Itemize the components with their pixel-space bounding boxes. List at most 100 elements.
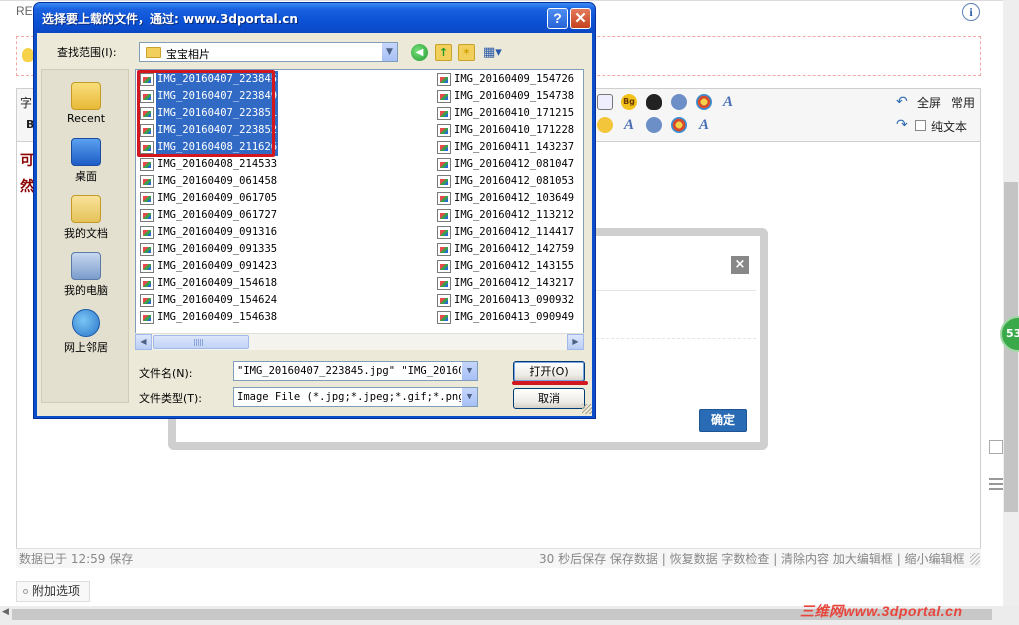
modal-divider xyxy=(596,338,756,339)
extra-options-label: 附加选项 xyxy=(32,584,81,598)
image-file-icon xyxy=(437,90,451,103)
image-file-icon xyxy=(437,124,451,137)
image-file-icon xyxy=(437,294,451,307)
page-top-border xyxy=(0,0,1019,1)
font-style-icon[interactable]: A xyxy=(720,94,736,110)
close-icon[interactable]: ✕ xyxy=(570,8,591,29)
modal-divider xyxy=(596,290,756,291)
modal-close-icon[interactable]: × xyxy=(731,256,749,274)
common-tab[interactable]: 常用 xyxy=(951,94,975,111)
scroll-thumb[interactable] xyxy=(153,335,249,349)
side-tool-icon[interactable] xyxy=(989,440,1003,454)
qq-icon[interactable] xyxy=(646,94,662,110)
image-file-icon xyxy=(437,226,451,239)
file-name: IMG_20160412_143155 xyxy=(454,260,575,272)
font-size-icon[interactable]: A xyxy=(621,117,637,133)
image-file-icon xyxy=(437,243,451,256)
editor-status-links[interactable]: 30 秒后保存 保存数据 | 恢复数据 字数检查 | 清除内容 加大编辑框 | … xyxy=(539,550,965,567)
file-name: IMG_20160412_114417 xyxy=(454,226,575,238)
undo-icon[interactable]: ↶ xyxy=(896,94,908,110)
scroll-left-icon[interactable]: ◀ xyxy=(135,334,152,350)
autosave-status: 数据已于 12:59 保存 xyxy=(19,552,134,566)
scroll-right-icon[interactable]: ▶ xyxy=(567,334,584,350)
image-file-icon xyxy=(437,311,451,324)
dialog-resize-grip-icon[interactable] xyxy=(582,404,592,414)
filename-label: 文件名(N): xyxy=(139,367,193,380)
modal-ok-button[interactable]: 确定 xyxy=(699,409,747,432)
image-file-icon xyxy=(140,294,154,307)
filetype-select[interactable]: Image File (*.jpg;*.jpeg;*.gif;*.png) ▼ xyxy=(233,387,478,407)
list-icon[interactable] xyxy=(989,478,1003,492)
file-name: IMG_20160413_090932 xyxy=(454,294,575,306)
image-file-icon xyxy=(437,158,451,171)
open-button[interactable]: 打开(O) xyxy=(513,361,585,382)
image-tool-icon[interactable] xyxy=(597,94,613,110)
my-computer-icon xyxy=(71,252,101,280)
fullscreen-button[interactable]: 全屏 xyxy=(917,94,941,111)
cancel-button[interactable]: 取消 xyxy=(513,388,585,409)
desktop-icon xyxy=(71,138,101,166)
image-file-icon xyxy=(140,311,154,324)
file-name: IMG_20160410_171228 xyxy=(454,124,575,136)
scroll-left-icon[interactable]: ◀ xyxy=(2,607,9,617)
look-in-dropdown[interactable]: 宝宝相片 ▼ xyxy=(139,42,398,62)
file-name: IMG_20160413_090949 xyxy=(454,311,575,323)
redo-icon[interactable]: ↷ xyxy=(896,117,908,133)
file-name: IMG_20160412_143217 xyxy=(454,277,575,289)
places-bar: Recent 桌面 我的文档 我的电脑 网上邻居 xyxy=(41,69,129,403)
extra-options-button[interactable]: 附加选项 xyxy=(16,581,90,602)
image-file-icon xyxy=(437,175,451,188)
plain-text-checkbox[interactable] xyxy=(915,120,926,131)
image-file-icon xyxy=(140,260,154,273)
image-file-icon xyxy=(140,158,154,171)
file-name: IMG_20160412_081047 xyxy=(454,158,575,170)
file-list-scrollbar[interactable]: ◀ ▶ xyxy=(135,333,584,350)
up-folder-icon[interactable]: ↑ xyxy=(435,44,452,61)
chevron-down-icon[interactable]: ▼ xyxy=(381,43,397,61)
image-file-icon xyxy=(140,226,154,239)
image-file-icon xyxy=(140,175,154,188)
image-file-icon xyxy=(140,277,154,290)
editor-text-line: 然 xyxy=(20,179,34,195)
attachment-tool-icon[interactable] xyxy=(597,117,613,133)
link-tool-icon[interactable] xyxy=(646,117,662,133)
image-file-icon xyxy=(437,209,451,222)
network-places-icon xyxy=(72,309,100,337)
editor-text-line: 可 xyxy=(20,153,34,169)
flash-tool-icon[interactable] xyxy=(696,94,712,110)
folder-icon xyxy=(146,47,161,58)
chevron-down-icon[interactable]: ▼ xyxy=(461,362,477,380)
image-file-icon xyxy=(437,141,451,154)
font-tool[interactable]: 字 xyxy=(20,94,32,111)
recent-icon xyxy=(71,82,101,110)
place-desktop[interactable]: 桌面 xyxy=(42,138,130,184)
image-file-icon xyxy=(140,243,154,256)
chevron-down-icon[interactable]: ▼ xyxy=(461,388,477,406)
text-color-icon[interactable]: A xyxy=(696,117,712,133)
info-icon[interactable]: i xyxy=(962,3,980,21)
video-tool-icon[interactable] xyxy=(671,117,687,133)
back-icon[interactable]: ◀ xyxy=(411,44,428,61)
filetype-label: 文件类型(T): xyxy=(139,392,203,405)
filename-value: "IMG_20160407_223845.jpg" "IMG_201604( xyxy=(237,365,478,377)
background-color-icon[interactable]: Bg xyxy=(621,94,637,110)
place-my-computer[interactable]: 我的电脑 xyxy=(42,252,130,298)
file-open-dialog: 选择要上载的文件，通过: www.3dportal.cn ? ✕ 查找范围(I)… xyxy=(33,2,596,419)
image-file-icon xyxy=(437,260,451,273)
file-name: IMG_20160409_091316 xyxy=(157,226,278,238)
place-network[interactable]: 网上邻居 xyxy=(42,309,130,355)
plain-text-label: 纯文本 xyxy=(931,120,968,134)
place-my-documents[interactable]: 我的文档 xyxy=(42,195,130,241)
file-name: IMG_20160411_143237 xyxy=(454,141,575,153)
media-tool-icon[interactable] xyxy=(671,94,687,110)
view-menu-icon[interactable]: ▦▾ xyxy=(483,44,507,61)
file-name: IMG_20160412_081053 xyxy=(454,175,575,187)
place-recent[interactable]: Recent xyxy=(42,82,130,125)
dialog-titlebar[interactable]: 选择要上载的文件，通过: www.3dportal.cn ? ✕ xyxy=(34,3,595,33)
file-name: IMG_20160412_142759 xyxy=(454,243,575,255)
filename-input[interactable]: "IMG_20160407_223845.jpg" "IMG_201604( ▼ xyxy=(233,361,478,381)
new-folder-icon[interactable]: ✶ xyxy=(458,44,475,61)
resize-grip-icon[interactable] xyxy=(970,553,980,565)
help-icon[interactable]: ? xyxy=(547,8,568,29)
file-name: IMG_20160409_091423 xyxy=(157,260,278,272)
